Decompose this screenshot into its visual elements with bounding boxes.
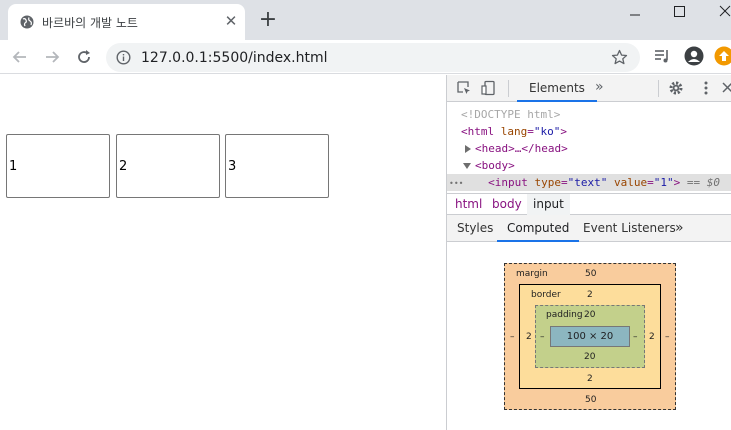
page-viewport <box>0 75 446 430</box>
margin-top-value[interactable]: 50 <box>585 269 596 279</box>
tab-computed[interactable]: Computed <box>497 215 580 242</box>
device-toolbar-icon[interactable] <box>481 80 497 96</box>
box-model-content[interactable]: 100 × 20 <box>550 326 630 347</box>
input-type-value: "text" <box>567 176 608 189</box>
address-bar[interactable]: 127.0.0.1:5500/index.html <box>106 43 640 72</box>
toolbar-divider <box>658 80 659 97</box>
breadcrumb-body[interactable]: body <box>486 194 528 215</box>
sidebar-tabs: Styles Computed Event Listeners » <box>447 215 731 242</box>
dom-node-body[interactable]: <body> <box>447 157 731 174</box>
collapse-triangle-icon[interactable] <box>463 163 471 169</box>
close-window-button[interactable] <box>710 4 731 20</box>
devtools-toolbar: Elements » <box>447 75 731 102</box>
box-model-padding[interactable]: padding 20 20 – – 100 × 20 <box>535 305 645 368</box>
margin-label: margin <box>516 269 548 279</box>
input-type-attr: type <box>534 176 561 189</box>
padding-right-value[interactable]: – <box>633 332 638 342</box>
browser-toolbar: 127.0.0.1:5500/index.html <box>0 40 731 74</box>
back-arrow-icon[interactable] <box>10 47 30 67</box>
dom-node-input-selected[interactable]: ••• <input type="text" value="1"> == $0 <box>447 174 731 191</box>
update-icon[interactable] <box>714 46 731 66</box>
dom-node-doctype[interactable]: <!DOCTYPE html> <box>447 106 731 123</box>
devtools-panel: Elements » <!DOCTYPE html> <html lang="k… <box>446 75 731 430</box>
head-tag: <head>…</head> <box>475 142 568 155</box>
new-tab-button[interactable]: + <box>258 9 278 31</box>
maximize-button[interactable] <box>664 4 694 20</box>
info-icon[interactable] <box>116 50 131 65</box>
box-model-border[interactable]: border 2 2 2 2 padding 20 20 – – 100 × 2… <box>519 284 661 389</box>
html-lang-value: "ko" <box>533 125 561 138</box>
more-tabs-button[interactable]: » <box>595 79 604 95</box>
expand-triangle-icon[interactable] <box>465 145 471 153</box>
more-subtabs-button[interactable]: » <box>669 215 690 242</box>
breadcrumb-html[interactable]: html <box>449 194 488 215</box>
body-tag: <body> <box>475 159 515 172</box>
dom-node-head[interactable]: <head>…</head> <box>447 140 731 157</box>
border-right-value[interactable]: 2 <box>649 332 655 342</box>
padding-left-value[interactable]: – <box>540 332 545 342</box>
ellipsis-icon[interactable]: ••• <box>449 179 463 188</box>
close-icon <box>719 5 731 17</box>
bookmark-star-icon[interactable] <box>611 49 628 66</box>
maximize-icon <box>674 6 685 17</box>
breadcrumb: html body input <box>447 193 731 215</box>
text-input-3[interactable] <box>225 134 329 198</box>
selected-marker: == $0 <box>686 176 720 189</box>
kebab-menu-icon[interactable] <box>698 80 714 96</box>
doctype-text: <!DOCTYPE html> <box>461 108 561 121</box>
forward-arrow-icon[interactable] <box>42 47 62 67</box>
tab-elements[interactable]: Elements <box>517 75 597 102</box>
input-close-bracket: > <box>673 176 681 189</box>
html-open-tag: <html <box>461 125 495 138</box>
margin-bottom-value[interactable]: 50 <box>585 395 596 405</box>
media-control-icon[interactable] <box>652 46 672 66</box>
text-input-1[interactable] <box>6 134 110 198</box>
minimize-icon <box>630 14 640 16</box>
tab-close-icon[interactable]: ✕ <box>223 13 239 29</box>
border-left-value[interactable]: 2 <box>526 332 532 342</box>
margin-left-value[interactable]: – <box>510 332 515 342</box>
profile-avatar-icon[interactable] <box>684 46 704 66</box>
gear-icon[interactable] <box>668 80 684 96</box>
close-devtools-icon[interactable] <box>720 80 731 96</box>
box-model-margin[interactable]: margin 50 50 – – border 2 2 2 2 padding … <box>504 263 676 410</box>
input-value-value: "1" <box>653 176 674 189</box>
tab-styles[interactable]: Styles <box>447 215 503 242</box>
minimize-button[interactable] <box>620 4 650 20</box>
html-close-bracket: > <box>560 125 567 138</box>
border-label: border <box>531 290 561 300</box>
html-lang-attr: lang <box>500 125 528 138</box>
url-text[interactable]: 127.0.0.1:5500/index.html <box>141 50 328 66</box>
tab-title: 바르바의 개발 노트 <box>42 16 138 30</box>
padding-top-value[interactable]: 20 <box>584 310 595 320</box>
margin-right-value[interactable]: – <box>665 332 670 342</box>
input-tag: <input <box>488 176 528 189</box>
globe-icon <box>20 15 34 29</box>
dom-node-html[interactable]: <html lang="ko"> <box>447 123 731 140</box>
browser-tab[interactable]: 바르바의 개발 노트 ✕ <box>8 4 245 40</box>
inspect-element-icon[interactable] <box>456 80 472 96</box>
border-top-value[interactable]: 2 <box>587 290 593 300</box>
breadcrumb-input[interactable]: input <box>527 194 570 215</box>
toolbar-divider <box>508 80 509 97</box>
border-bottom-value[interactable]: 2 <box>587 374 593 384</box>
text-input-2[interactable] <box>116 134 220 198</box>
input-value-attr: value <box>613 176 648 189</box>
padding-bottom-value[interactable]: 20 <box>584 352 595 362</box>
tab-strip: 바르바의 개발 노트 ✕ + <box>0 0 731 40</box>
padding-label: padding <box>546 310 583 320</box>
dom-tree: <!DOCTYPE html> <html lang="ko"> <head>…… <box>447 103 731 194</box>
reload-icon[interactable] <box>74 47 94 67</box>
